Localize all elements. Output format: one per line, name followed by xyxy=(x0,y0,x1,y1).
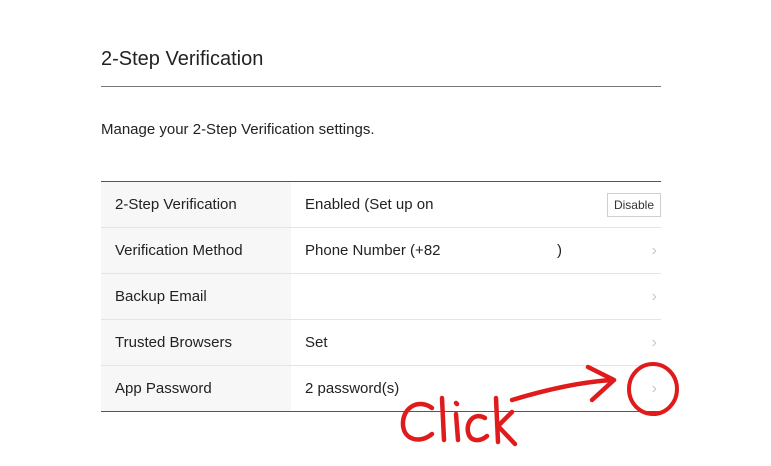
section-description: Manage your 2-Step Verification settings… xyxy=(101,121,375,138)
row-value: Phone Number (+82 xyxy=(305,242,441,259)
title-divider xyxy=(101,86,661,87)
row-value: Set xyxy=(305,334,328,351)
row-label: Verification Method xyxy=(101,228,291,273)
row-2step-verification: 2-Step Verification Enabled (Set up on D… xyxy=(101,182,661,228)
settings-table: 2-Step Verification Enabled (Set up on D… xyxy=(101,181,661,412)
chevron-right-icon[interactable]: › xyxy=(652,380,657,398)
chevron-right-icon[interactable]: › xyxy=(652,242,657,260)
row-label: Trusted Browsers xyxy=(101,320,291,365)
row-label: 2-Step Verification xyxy=(101,182,291,227)
row-label: App Password xyxy=(101,366,291,411)
row-value-suffix: ) xyxy=(557,242,562,259)
chevron-right-icon[interactable]: › xyxy=(652,288,657,306)
row-app-password[interactable]: App Password 2 password(s) › xyxy=(101,366,661,411)
row-value: Enabled (Set up on xyxy=(305,196,434,213)
page-title: 2-Step Verification xyxy=(101,48,264,70)
disable-button[interactable]: Disable xyxy=(606,192,661,217)
row-trusted-browsers[interactable]: Trusted Browsers Set › xyxy=(101,320,661,366)
row-label: Backup Email xyxy=(101,274,291,319)
row-value: 2 password(s) xyxy=(305,380,400,397)
row-backup-email[interactable]: Backup Email › xyxy=(101,274,661,320)
row-verification-method[interactable]: Verification Method Phone Number (+82 ) … xyxy=(101,228,661,274)
chevron-right-icon[interactable]: › xyxy=(652,334,657,352)
